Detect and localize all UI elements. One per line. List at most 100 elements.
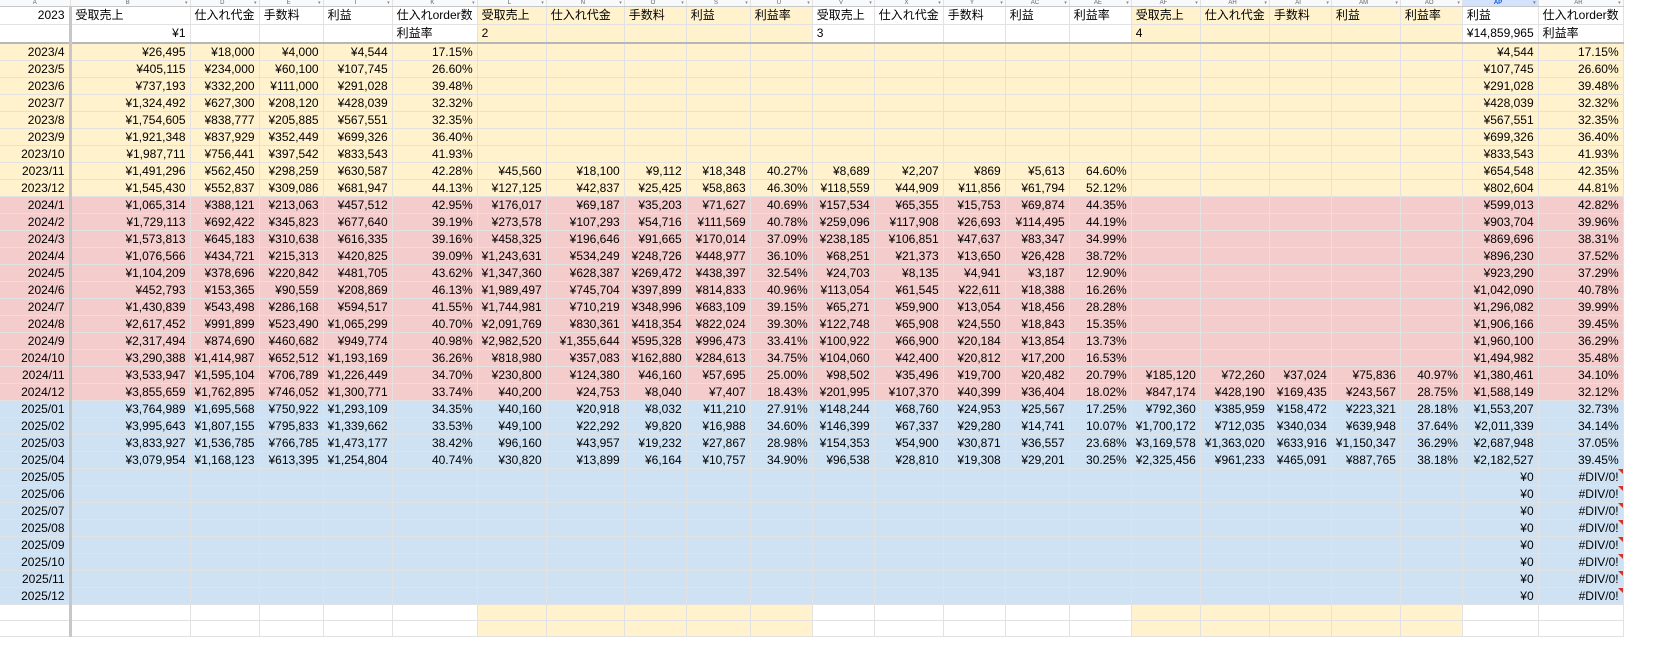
table-cell[interactable]: ¥1,744,981 [477,298,547,316]
table-cell[interactable] [812,468,875,486]
table-cell[interactable]: #DIV/0! [1538,519,1624,537]
table-cell[interactable]: 44.35% [1069,196,1132,214]
table-cell[interactable] [812,536,875,554]
table-cell[interactable] [1069,145,1132,163]
table-cell[interactable] [1005,94,1070,112]
table-cell[interactable]: ¥36,404 [1005,383,1070,401]
table-cell[interactable] [1269,587,1332,605]
table-cell[interactable]: 36.29% [1400,434,1463,452]
table-cell[interactable]: ¥29,280 [943,417,1006,435]
table-cell[interactable] [1269,60,1332,78]
table-cell[interactable]: 38.18% [1400,451,1463,469]
header-cell[interactable]: 仕入れ代金 [1200,6,1270,25]
table-cell[interactable]: ¥107,745 [323,60,393,78]
table-cell[interactable]: 35.48% [1538,349,1624,367]
header-cell[interactable] [323,24,393,44]
table-cell[interactable] [1400,77,1463,95]
table-cell[interactable] [1069,536,1132,554]
row-month-label[interactable]: 2023/10 [0,145,72,163]
table-cell[interactable]: ¥75,836 [1331,366,1401,384]
table-cell[interactable]: ¥18,100 [546,162,625,180]
table-cell[interactable] [323,468,393,486]
table-cell[interactable]: ¥0 [1462,468,1539,486]
table-cell[interactable]: ¥69,187 [546,196,625,214]
table-cell[interactable]: ¥397,899 [624,281,687,299]
table-cell[interactable]: ¥28,810 [874,451,944,469]
table-cell[interactable]: ¥699,326 [1462,128,1539,146]
table-cell[interactable]: 40.98% [392,332,478,350]
table-cell[interactable]: ¥7,407 [686,383,751,401]
header-cell[interactable]: 手数料 [259,6,324,25]
table-cell[interactable]: ¥633,916 [1269,434,1332,452]
table-cell[interactable]: 44.13% [392,179,478,197]
table-cell[interactable]: ¥961,233 [1200,451,1270,469]
table-cell[interactable]: ¥1,430,839 [70,298,191,316]
table-cell[interactable]: 42.95% [392,196,478,214]
table-cell[interactable] [323,502,393,520]
table-cell[interactable]: ¥13,899 [546,451,625,469]
header-cell[interactable]: 手数料 [624,6,687,25]
table-cell[interactable] [943,570,1006,588]
table-cell[interactable]: ¥40,160 [477,400,547,418]
table-cell[interactable]: ¥627,300 [190,94,260,112]
header-cell[interactable] [1200,24,1270,44]
table-cell[interactable] [874,570,944,588]
table-cell[interactable]: ¥65,355 [874,196,944,214]
table-cell[interactable]: ¥96,160 [477,434,547,452]
row-month-label[interactable]: 2024/6 [0,281,72,299]
table-cell[interactable] [812,587,875,605]
row-month-label[interactable]: 2025/11 [0,570,72,588]
table-cell[interactable]: ¥154,353 [812,434,875,452]
table-cell[interactable] [812,553,875,571]
header-cell[interactable]: 利益率 [1538,24,1624,44]
table-cell[interactable]: 40.97% [1400,366,1463,384]
table-cell[interactable]: ¥692,422 [190,213,260,231]
table-cell[interactable] [750,60,813,78]
table-cell[interactable] [812,111,875,129]
table-cell[interactable] [1269,213,1332,231]
table-cell[interactable]: ¥8,135 [874,264,944,282]
table-cell[interactable] [1400,519,1463,537]
table-cell[interactable] [812,502,875,520]
table-cell[interactable] [943,468,1006,486]
table-cell[interactable] [624,128,687,146]
table-cell[interactable] [190,587,260,605]
table-cell[interactable]: ¥352,449 [259,128,324,146]
empty-cell[interactable] [943,620,1006,637]
table-cell[interactable] [943,519,1006,537]
table-cell[interactable]: ¥340,034 [1269,417,1332,435]
empty-cell[interactable] [1462,620,1539,637]
header-cell[interactable]: 利益 [1331,6,1401,25]
empty-cell[interactable] [70,620,191,637]
table-cell[interactable] [1331,94,1401,112]
header-cell[interactable] [1400,24,1463,44]
table-cell[interactable] [546,570,625,588]
table-cell[interactable]: ¥18,456 [1005,298,1070,316]
table-cell[interactable]: ¥628,387 [546,264,625,282]
table-cell[interactable] [1400,281,1463,299]
table-cell[interactable] [1331,349,1401,367]
table-cell[interactable]: ¥1,293,109 [323,400,393,418]
table-cell[interactable]: ¥3,855,659 [70,383,191,401]
table-cell[interactable]: ¥259,096 [812,213,875,231]
table-cell[interactable] [1400,230,1463,248]
table-cell[interactable] [1069,111,1132,129]
row-month-label[interactable]: 2025/09 [0,536,72,554]
table-cell[interactable] [874,587,944,605]
table-cell[interactable]: 32.32% [392,94,478,112]
table-cell[interactable]: ¥90,559 [259,281,324,299]
table-cell[interactable]: ¥208,120 [259,94,324,112]
table-cell[interactable]: ¥146,399 [812,417,875,435]
table-cell[interactable] [546,43,625,61]
table-cell[interactable] [624,111,687,129]
table-cell[interactable]: ¥238,185 [812,230,875,248]
table-cell[interactable] [1331,43,1401,61]
header-cell[interactable]: 仕入れorder数 [392,6,478,25]
table-cell[interactable]: ¥153,365 [190,281,260,299]
row-month-label[interactable]: 2025/05 [0,468,72,486]
table-cell[interactable] [1400,468,1463,486]
table-cell[interactable] [1131,570,1201,588]
table-cell[interactable]: 17.25% [1069,400,1132,418]
table-cell[interactable] [1069,570,1132,588]
table-cell[interactable] [1131,536,1201,554]
